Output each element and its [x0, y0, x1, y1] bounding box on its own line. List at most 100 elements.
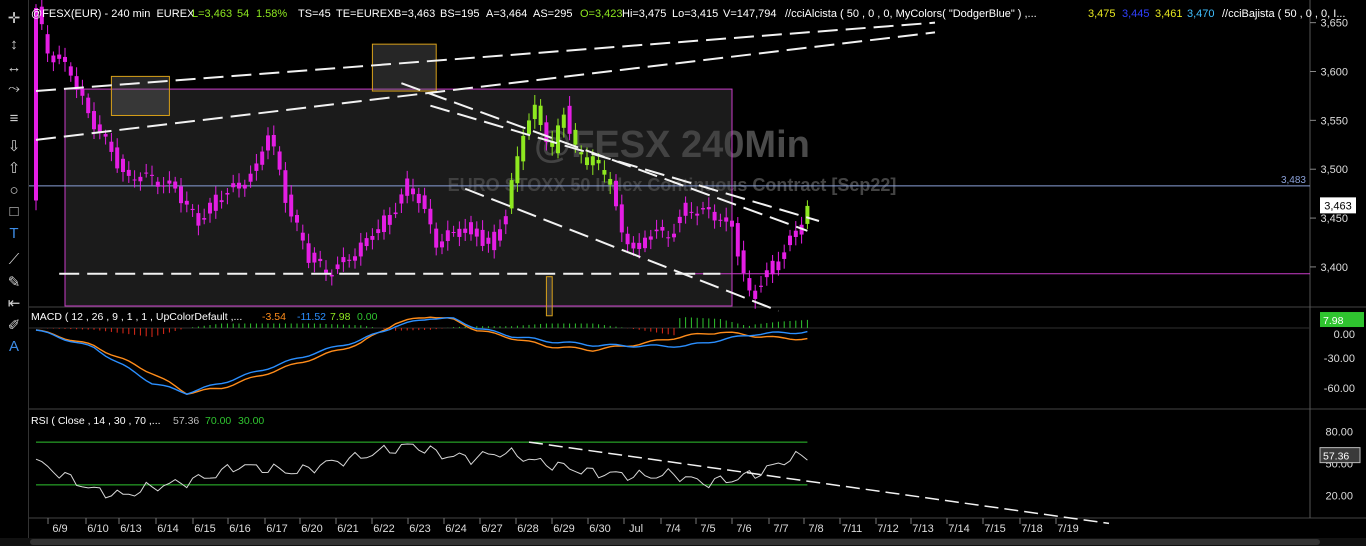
candle-body [596, 159, 601, 164]
candle-body [474, 228, 479, 237]
candle-body [631, 242, 636, 249]
candle-body [353, 256, 357, 261]
candle-body [770, 260, 775, 275]
time-tick-label: 6/14 [157, 523, 178, 535]
scrollbar-thumb[interactable] [30, 539, 1320, 545]
time-tick-label: 7/15 [984, 523, 1005, 535]
indicator-value: 3,445 [1122, 8, 1150, 20]
macd-tick-label: -60.00 [1324, 383, 1355, 395]
time-tick-label: 6/24 [445, 523, 466, 535]
bid-value: B=3,463 [394, 8, 435, 20]
time-tick-label: 6/21 [337, 523, 358, 535]
candle-body [701, 208, 705, 210]
candle-body [527, 120, 531, 135]
candle-body [103, 134, 108, 137]
candle-body [144, 172, 149, 174]
candle-body [324, 269, 328, 273]
symbol-label: @FESX(EUR) - 240 min EUREX [31, 8, 195, 20]
candle-body [347, 259, 352, 261]
candle-body [735, 223, 740, 257]
price-tick-label: 3,400 [1320, 262, 1348, 274]
candle-body [283, 170, 288, 203]
pct-value: 1.58% [256, 8, 287, 20]
time-tick-label: 6/13 [120, 523, 141, 535]
candle-body [532, 104, 537, 120]
rsi-legend: RSI ( Close , 14 , 30 , 70 ,... [31, 415, 161, 427]
time-tick-label: 7/14 [948, 523, 969, 535]
candle-body [382, 215, 386, 233]
candle-body [509, 180, 514, 209]
candle-body [86, 97, 91, 114]
reference-line-label: 3,483 [1281, 175, 1306, 186]
time-tick-label: 7/6 [736, 523, 751, 535]
candle-body [109, 141, 114, 152]
candle-body [724, 217, 729, 222]
candle-body [45, 34, 50, 54]
indicator-bajista-label: //cciBajista ( 50 , 0 , 0, I... [1222, 8, 1346, 20]
candle-body [295, 214, 299, 223]
time-tick-label: 6/29 [553, 523, 574, 535]
macd-histogram-value: 7.98 [330, 311, 351, 323]
time-tick-label: 7/19 [1057, 523, 1078, 535]
candle-body [503, 216, 508, 225]
chart-canvas[interactable]: 3,6503,6003,5503,5003,4503,400@FESX 240M… [0, 0, 1366, 546]
candle-body [602, 170, 607, 175]
candle-body [399, 194, 404, 204]
candle-body [393, 212, 398, 215]
time-tick-label: 7/7 [773, 523, 788, 535]
candle-body [138, 176, 143, 182]
candle-body [92, 111, 96, 130]
candle-body [747, 278, 752, 291]
drawing-rectangle [545, 276, 553, 317]
macd-last-label: 7.98 [1323, 315, 1344, 327]
candle-body [219, 200, 224, 203]
ask-size-value: AS=295 [533, 8, 572, 20]
low-value: Lo=3,415 [672, 8, 718, 20]
candle-body [80, 88, 85, 96]
candle-body [782, 252, 787, 259]
candle-body [167, 180, 172, 184]
candle-body [202, 218, 207, 220]
time-tick-label: 6/17 [266, 523, 287, 535]
macd-signal-value: -11.52 [297, 311, 326, 323]
time-tick-label: 6/9 [52, 523, 67, 535]
time-tick-label: 6/16 [229, 523, 250, 535]
candle-body [428, 208, 433, 225]
time-tick-label: Jul [629, 523, 643, 535]
rsi-tick-label: 20.00 [1325, 491, 1353, 503]
macd-value: -3.54 [262, 311, 286, 323]
macd-zero-value: 0.00 [357, 311, 378, 323]
candle-body [759, 285, 763, 287]
open-value: O=3,423 [580, 8, 623, 20]
price-tick-label: 3,550 [1320, 115, 1348, 127]
candle-body [121, 158, 125, 172]
candle-body [208, 202, 212, 214]
time-tick-label: 6/22 [373, 523, 394, 535]
candle-body [231, 183, 236, 188]
time-tick-label: 7/4 [665, 523, 680, 535]
time-tick-label: 7/13 [912, 523, 933, 535]
macd-tick-label: -30.00 [1324, 353, 1355, 365]
rsi-last-label: 57.36 [1323, 451, 1349, 463]
candle-body [538, 105, 543, 126]
time-tick-label: 6/28 [517, 523, 538, 535]
candle-body [34, 8, 38, 201]
candle-body [405, 178, 410, 196]
candle-body [312, 252, 317, 263]
candle-body [370, 235, 375, 240]
candle-body [51, 55, 56, 63]
candle-body [654, 229, 659, 232]
time-tick-label: 7/8 [808, 523, 823, 535]
candle-body [440, 241, 444, 248]
candle-body [556, 125, 560, 154]
candle-body [608, 178, 613, 185]
time-tick-label: 6/10 [87, 523, 108, 535]
candle-body [271, 134, 276, 147]
candle-body [689, 211, 694, 213]
candle-body [190, 208, 195, 211]
candle-body [619, 204, 624, 233]
candle-body [300, 232, 305, 241]
candle-body [184, 200, 189, 205]
candle-body [242, 184, 247, 189]
candle-body [764, 270, 769, 278]
